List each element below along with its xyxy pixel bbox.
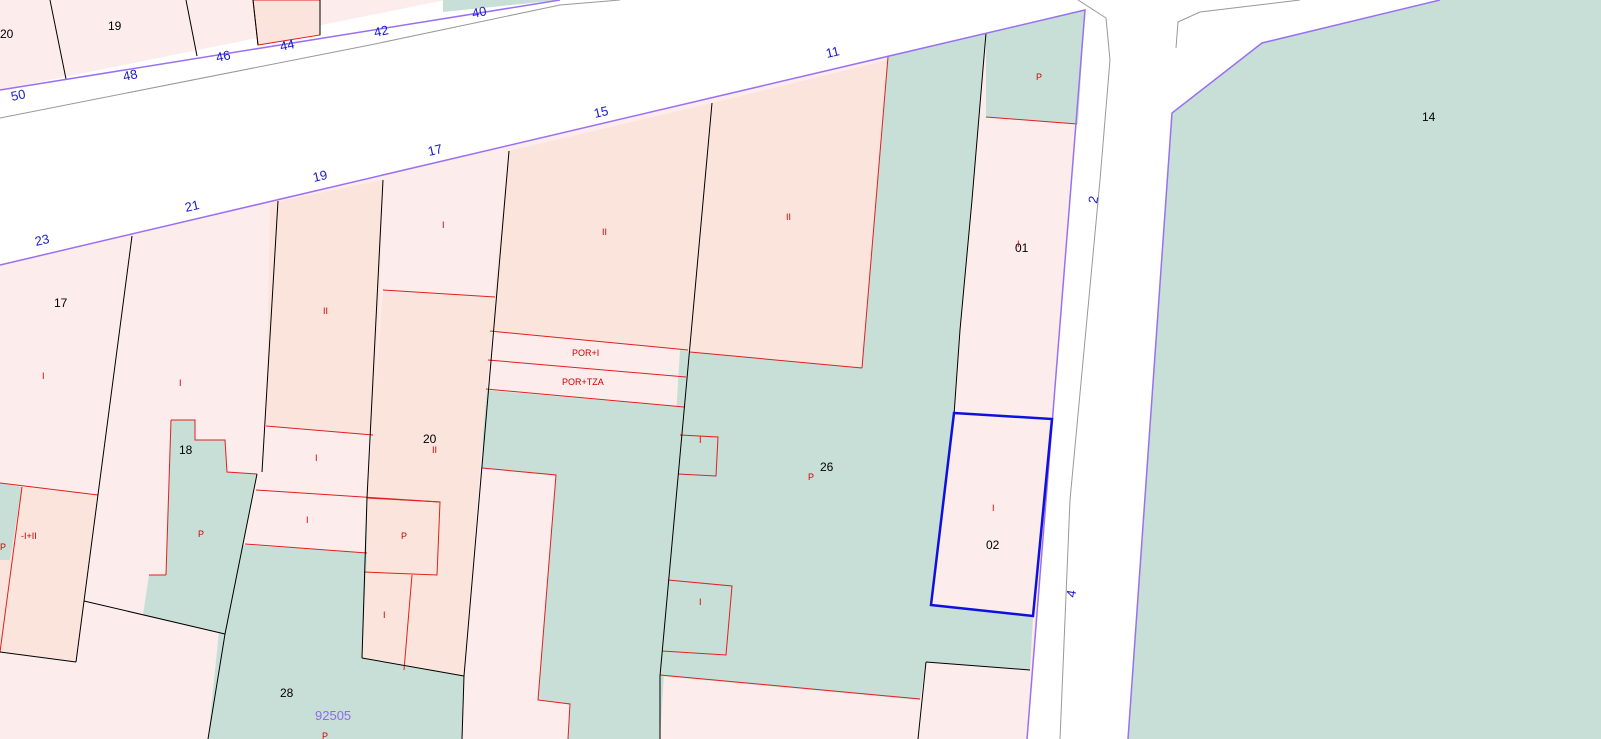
floor-label: P [0, 542, 6, 552]
floor-label: I [306, 515, 309, 525]
block-id-label: 92505 [315, 708, 351, 723]
house-number: 42 [373, 22, 390, 40]
house-number: 46 [215, 47, 232, 65]
floor-label: P [401, 531, 407, 541]
floor-label: P [322, 731, 328, 739]
floor-label: I [1017, 239, 1020, 249]
floor-label: I [315, 453, 318, 463]
selected-parcel-02[interactable] [929, 411, 1054, 618]
floor-label: -I+II [21, 531, 37, 541]
plot-number: 28 [280, 686, 294, 700]
floor-label: P [198, 529, 204, 539]
plot-number: 19 [108, 19, 122, 33]
cadastral-map[interactable]: 50 48 46 44 42 40 23 21 19 17 15 11 2 4 … [0, 0, 1601, 739]
floor-label: I [699, 435, 702, 445]
floor-label: I [992, 503, 995, 513]
plot-number: 14 [1422, 110, 1436, 124]
house-number: 48 [122, 66, 139, 84]
floor-label: II [323, 306, 328, 316]
plot-number: 17 [54, 296, 68, 310]
floor-label: I [42, 371, 45, 381]
floor-label: POR+TZA [562, 377, 604, 387]
floor-label: II [602, 227, 607, 237]
plot-number: 18 [179, 443, 193, 457]
house-number: 40 [471, 3, 488, 21]
plot-number: 02 [986, 538, 1000, 552]
floor-label: I [383, 610, 386, 620]
house-number: 50 [10, 86, 27, 104]
plot-14-area[interactable] [1128, 0, 1601, 739]
floor-label: I [179, 378, 182, 388]
floor-label: I [699, 597, 702, 607]
floor-label: I [442, 220, 445, 230]
floor-label: POR+I [572, 348, 599, 358]
floor-label: II [786, 212, 791, 222]
floor-label: P [1036, 72, 1042, 82]
floor-label: P [808, 472, 814, 482]
plot-number: 26 [820, 460, 834, 474]
house-number: 44 [279, 36, 296, 54]
plot-number: 20 [0, 27, 14, 41]
plot-number: 20 [423, 432, 437, 446]
floor-label: II [432, 445, 437, 455]
